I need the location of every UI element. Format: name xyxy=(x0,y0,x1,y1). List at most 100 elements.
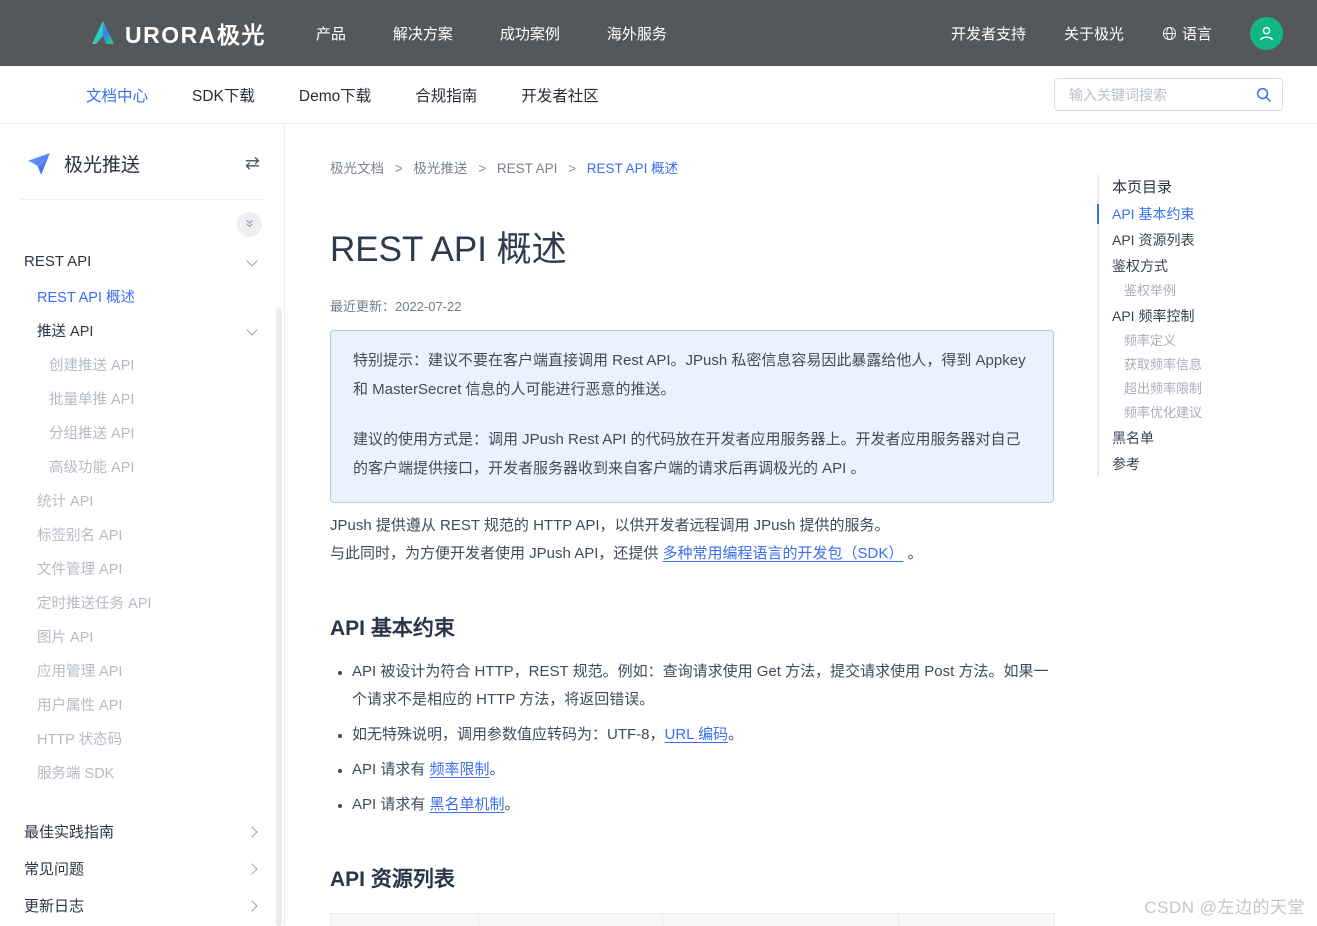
aurora-logo-icon xyxy=(88,18,118,48)
sidebar-item-label: HTTP 状态码 xyxy=(37,728,122,749)
toc-item-rate-optimize[interactable]: 频率优化建议 xyxy=(1112,401,1297,425)
toc-title: 本页目录 xyxy=(1112,175,1297,201)
toc-item-blacklist[interactable]: 黑名单 xyxy=(1112,425,1297,451)
topnav-item-solutions[interactable]: 解决方案 xyxy=(393,23,453,44)
list-item-text: API 被设计为符合 HTTP，REST 规范。例如：查询请求使用 Get 方法… xyxy=(352,663,1048,708)
list-item: API 被设计为符合 HTTP，REST 规范。例如：查询请求使用 Get 方法… xyxy=(352,658,1054,714)
constraints-list: API 被设计为符合 HTTP，REST 规范。例如：查询请求使用 Get 方法… xyxy=(330,658,1054,819)
intro-paragraph: JPush 提供遵从 REST 规范的 HTTP API，以供开发者远程调用 J… xyxy=(330,512,1054,568)
sidebar-item-server-sdk[interactable]: 服务端 SDK xyxy=(0,755,284,789)
doc-navbar: 文档中心 SDK下载 Demo下载 合规指南 开发者社区 xyxy=(0,66,1317,124)
toc-item-rate-control[interactable]: API 频率控制 xyxy=(1112,303,1297,329)
sidebar-product-header: 极光推送 ⇄ xyxy=(20,124,264,200)
brand-logo[interactable]: URORA极光 xyxy=(88,16,266,50)
chevron-down-icon xyxy=(246,324,257,335)
sidebar-item-label: 文件管理 API xyxy=(37,558,122,579)
section-heading-api-constraints: API 基本约束 xyxy=(330,612,1054,642)
toc-item-reference[interactable]: 参考 xyxy=(1112,451,1297,477)
list-item: API 请求有 黑名单机制。 xyxy=(352,791,1054,819)
list-item: 如无特殊说明，调用参数值应转码为：UTF-8，URL 编码。 xyxy=(352,721,1054,749)
product-switch-icon[interactable]: ⇄ xyxy=(245,153,260,174)
sidebar-item-push-api[interactable]: 推送 API xyxy=(0,313,284,347)
list-item: API 请求有 频率限制。 xyxy=(352,756,1054,784)
breadcrumb-item-rest-api[interactable]: REST API xyxy=(497,161,558,176)
blacklist-link[interactable]: 黑名单机制 xyxy=(430,796,505,813)
toc-item-api-constraints[interactable]: API 基本约束 xyxy=(1112,201,1297,227)
topnav-item-developer-support[interactable]: 开发者支持 xyxy=(951,23,1026,44)
article: 极光文档 > 极光推送 > REST API > REST API 概述 RES… xyxy=(330,124,1054,926)
page-title: REST API 概述 xyxy=(330,221,1054,272)
breadcrumb: 极光文档 > 极光推送 > REST API > REST API 概述 xyxy=(330,157,1054,177)
sidebar-scrollbar[interactable] xyxy=(276,308,282,926)
list-item-text: API 请求有 xyxy=(352,761,430,778)
notice-box: 特别提示：建议不要在客户端直接调用 Rest API。JPush 私密信息容易因… xyxy=(330,330,1054,503)
topnav-item-about[interactable]: 关于极光 xyxy=(1064,23,1124,44)
notice-paragraph: 建议的使用方式是：调用 JPush Rest API 的代码放在开发者应用服务器… xyxy=(353,425,1031,483)
sidebar-item-group-push-api[interactable]: 分组推送 API xyxy=(0,415,284,449)
sidebar-menu: REST API REST API 概述 推送 API 创建推送 API 批量单… xyxy=(0,239,284,924)
search-box[interactable] xyxy=(1054,78,1283,111)
top-navbar: URORA极光 产品 解决方案 成功案例 海外服务 开发者支持 关于极光 语言 xyxy=(0,0,1317,66)
sidebar-item-advanced-api[interactable]: 高级功能 API xyxy=(0,449,284,483)
subnav-item-compliance-guide[interactable]: 合规指南 xyxy=(415,84,477,106)
sidebar-item-changelog[interactable]: 更新日志 xyxy=(0,887,284,924)
sidebar-item-label: 用户属性 API xyxy=(37,694,122,715)
sidebar-item-label: 创建推送 API xyxy=(49,354,134,375)
toc-item-auth[interactable]: 鉴权方式 xyxy=(1112,253,1297,279)
sidebar-item-http-status[interactable]: HTTP 状态码 xyxy=(0,721,284,755)
topnav-item-products[interactable]: 产品 xyxy=(316,23,346,44)
paper-plane-icon xyxy=(26,151,52,177)
breadcrumb-item-jpush[interactable]: 极光推送 xyxy=(413,161,467,176)
breadcrumb-separator: > xyxy=(395,161,403,176)
sidebar-item-schedule-api[interactable]: 定时推送任务 API xyxy=(0,585,284,619)
docs-page: URORA极光 产品 解决方案 成功案例 海外服务 开发者支持 关于极光 语言 xyxy=(0,0,1317,926)
toc-item-rate-exceed[interactable]: 超出频率限制 xyxy=(1112,377,1297,401)
section-heading-api-resources: API 资源列表 xyxy=(330,863,1054,893)
notice-paragraph: 特别提示：建议不要在客户端直接调用 Rest API。JPush 私密信息容易因… xyxy=(353,346,1031,404)
collapse-all-button[interactable]: « xyxy=(237,212,262,237)
sidebar-item-best-practice[interactable]: 最佳实践指南 xyxy=(0,813,284,850)
subnav-item-developer-community[interactable]: 开发者社区 xyxy=(521,84,599,106)
topnav-item-overseas[interactable]: 海外服务 xyxy=(607,23,667,44)
sidebar-item-label: 图片 API xyxy=(37,626,93,647)
breadcrumb-separator: > xyxy=(568,161,576,176)
toc-item-rate-definition[interactable]: 频率定义 xyxy=(1112,329,1297,353)
person-icon xyxy=(1257,24,1276,43)
sidebar-item-rest-api[interactable]: REST API xyxy=(0,243,284,279)
api-resource-table: 名称 资源 Base URL 描述 推送 API POST /v3/push h… xyxy=(330,913,1055,926)
subnav-item-demo-download[interactable]: Demo下载 xyxy=(299,84,371,106)
language-label: 语言 xyxy=(1182,23,1212,44)
sidebar-item-batch-push-api[interactable]: 批量单推 API xyxy=(0,381,284,415)
sidebar-item-label: 常见问题 xyxy=(24,858,84,879)
toc-item-api-resources[interactable]: API 资源列表 xyxy=(1112,227,1297,253)
chevron-right-icon xyxy=(246,900,257,911)
sidebar-item-image-api[interactable]: 图片 API xyxy=(0,619,284,653)
sidebar-item-file-api[interactable]: 文件管理 API xyxy=(0,551,284,585)
user-avatar[interactable] xyxy=(1250,17,1283,50)
sdk-link[interactable]: 多种常用编程语言的开发包（SDK） xyxy=(663,545,904,562)
sidebar-item-user-attr-api[interactable]: 用户属性 API xyxy=(0,687,284,721)
breadcrumb-item-docs[interactable]: 极光文档 xyxy=(330,161,384,176)
subnav-item-doc-center[interactable]: 文档中心 xyxy=(86,84,148,106)
sidebar-item-report-api[interactable]: 统计 API xyxy=(0,483,284,517)
breadcrumb-current[interactable]: REST API 概述 xyxy=(587,161,678,176)
sidebar-item-rest-api-overview[interactable]: REST API 概述 xyxy=(0,279,284,313)
column-header-desc: 描述 xyxy=(899,914,1055,926)
language-switcher[interactable]: 语言 xyxy=(1162,23,1212,44)
sidebar-item-tag-alias-api[interactable]: 标签别名 API xyxy=(0,517,284,551)
toc-item-rate-info[interactable]: 获取频率信息 xyxy=(1112,353,1297,377)
search-icon[interactable] xyxy=(1255,86,1272,103)
subnav-item-sdk-download[interactable]: SDK下载 xyxy=(192,84,255,106)
toc-item-auth-example[interactable]: 鉴权举例 xyxy=(1112,279,1297,303)
topnav-item-cases[interactable]: 成功案例 xyxy=(500,23,560,44)
sidebar-item-create-push-api[interactable]: 创建推送 API xyxy=(0,347,284,381)
page-toc: 本页目录 API 基本约束 API 资源列表 鉴权方式 鉴权举例 API 频率控… xyxy=(1097,175,1297,477)
sidebar-item-app-admin-api[interactable]: 应用管理 API xyxy=(0,653,284,687)
sidebar-item-label: 最佳实践指南 xyxy=(24,821,114,842)
sidebar-item-faq[interactable]: 常见问题 xyxy=(0,850,284,887)
url-encoding-link[interactable]: URL 编码 xyxy=(665,726,729,743)
sidebar-item-label: 更新日志 xyxy=(24,895,84,916)
search-input[interactable] xyxy=(1067,86,1255,104)
rate-limit-link[interactable]: 频率限制 xyxy=(430,761,490,778)
body-wrap: 极光推送 ⇄ « REST API REST API 概述 推送 API 创建推… xyxy=(0,124,1317,926)
